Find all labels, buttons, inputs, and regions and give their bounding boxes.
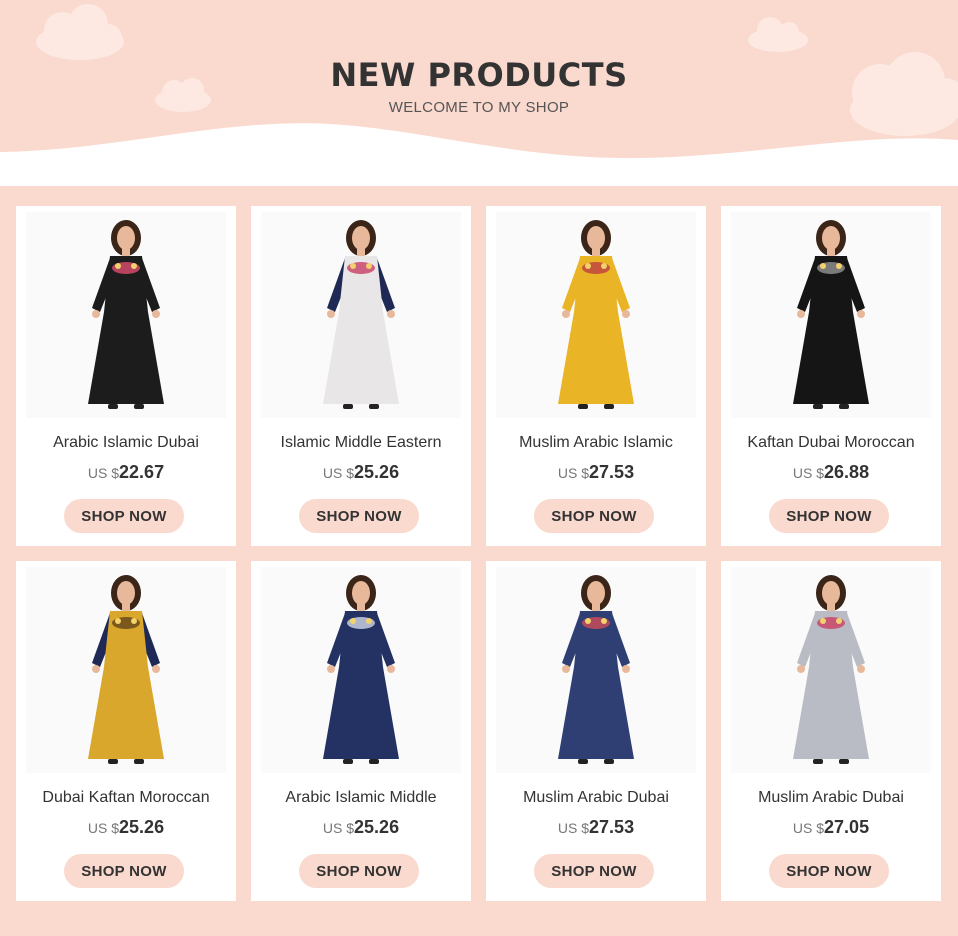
product-price: US $25.26: [16, 817, 236, 838]
shop-now-button[interactable]: SHOP NOW: [534, 499, 654, 533]
product-price: US $27.53: [486, 817, 706, 838]
product-name[interactable]: Muslim Arabic Dubai: [486, 789, 706, 807]
product-name[interactable]: Arabic Islamic Middle: [251, 789, 471, 807]
price-currency: US $: [87, 465, 120, 481]
product-card[interactable]: Muslim Arabic Dubai US $27.53 SHOP NOW: [486, 561, 706, 901]
price-currency: US $: [322, 820, 355, 836]
product-price: US $26.88: [721, 462, 941, 483]
page-title: NEW PRODUCTS: [330, 56, 628, 94]
product-image[interactable]: [731, 567, 931, 773]
shop-now-button[interactable]: SHOP NOW: [769, 854, 889, 888]
product-card[interactable]: Arabic Islamic Middle US $25.26 SHOP NOW: [251, 561, 471, 901]
dress-figure-icon: [261, 212, 461, 418]
product-image[interactable]: [26, 212, 226, 418]
dress-figure-icon: [496, 212, 696, 418]
dress-figure-icon: [261, 567, 461, 773]
price-amount: 27.53: [589, 817, 635, 837]
price-amount: 25.26: [354, 817, 400, 837]
product-card[interactable]: Muslim Arabic Dubai US $27.05 SHOP NOW: [721, 561, 941, 901]
product-price: US $22.67: [16, 462, 236, 483]
shop-now-button[interactable]: SHOP NOW: [299, 499, 419, 533]
product-card[interactable]: Muslim Arabic Islamic US $27.53 SHOP NOW: [486, 206, 706, 546]
product-card[interactable]: Arabic Islamic Dubai US $22.67 SHOP NOW: [16, 206, 236, 546]
product-name[interactable]: Muslim Arabic Dubai: [721, 789, 941, 807]
product-name[interactable]: Islamic Middle Eastern: [251, 434, 471, 452]
product-image[interactable]: [496, 212, 696, 418]
hero-background: [0, 0, 958, 190]
dress-figure-icon: [731, 567, 931, 773]
product-name[interactable]: Dubai Kaftan Moroccan: [16, 789, 236, 807]
product-name[interactable]: Kaftan Dubai Moroccan: [721, 434, 941, 452]
shop-now-button[interactable]: SHOP NOW: [299, 854, 419, 888]
product-image[interactable]: [261, 567, 461, 773]
price-currency: US $: [557, 820, 590, 836]
product-name[interactable]: Arabic Islamic Dubai: [16, 434, 236, 452]
dress-figure-icon: [496, 567, 696, 773]
price-amount: 27.05: [824, 817, 870, 837]
price-amount: 27.53: [589, 462, 635, 482]
price-amount: 22.67: [119, 462, 165, 482]
product-name[interactable]: Muslim Arabic Islamic: [486, 434, 706, 452]
dress-figure-icon: [731, 212, 931, 418]
product-price: US $25.26: [251, 817, 471, 838]
product-image[interactable]: [26, 567, 226, 773]
page-subtitle: WELCOME TO MY SHOP: [388, 99, 570, 116]
product-grid: Arabic Islamic Dubai US $22.67 SHOP NOW …: [16, 206, 941, 901]
shop-now-button[interactable]: SHOP NOW: [64, 499, 184, 533]
product-image[interactable]: [496, 567, 696, 773]
shop-now-button[interactable]: SHOP NOW: [64, 854, 184, 888]
product-price: US $25.26: [251, 462, 471, 483]
product-image[interactable]: [731, 212, 931, 418]
product-price: US $27.53: [486, 462, 706, 483]
price-amount: 25.26: [119, 817, 165, 837]
product-price: US $27.05: [721, 817, 941, 838]
price-currency: US $: [557, 465, 590, 481]
product-card[interactable]: Islamic Middle Eastern US $25.26 SHOP NO…: [251, 206, 471, 546]
product-card[interactable]: Kaftan Dubai Moroccan US $26.88 SHOP NOW: [721, 206, 941, 546]
price-currency: US $: [792, 465, 825, 481]
hero-banner: NEW PRODUCTS WELCOME TO MY SHOP: [0, 0, 958, 190]
shop-now-button[interactable]: SHOP NOW: [534, 854, 654, 888]
shop-now-button[interactable]: SHOP NOW: [769, 499, 889, 533]
price-currency: US $: [792, 820, 825, 836]
price-amount: 25.26: [354, 462, 400, 482]
product-image[interactable]: [261, 212, 461, 418]
product-card[interactable]: Dubai Kaftan Moroccan US $25.26 SHOP NOW: [16, 561, 236, 901]
price-amount: 26.88: [824, 462, 870, 482]
dress-figure-icon: [26, 212, 226, 418]
price-currency: US $: [322, 465, 355, 481]
price-currency: US $: [87, 820, 120, 836]
dress-figure-icon: [26, 567, 226, 773]
